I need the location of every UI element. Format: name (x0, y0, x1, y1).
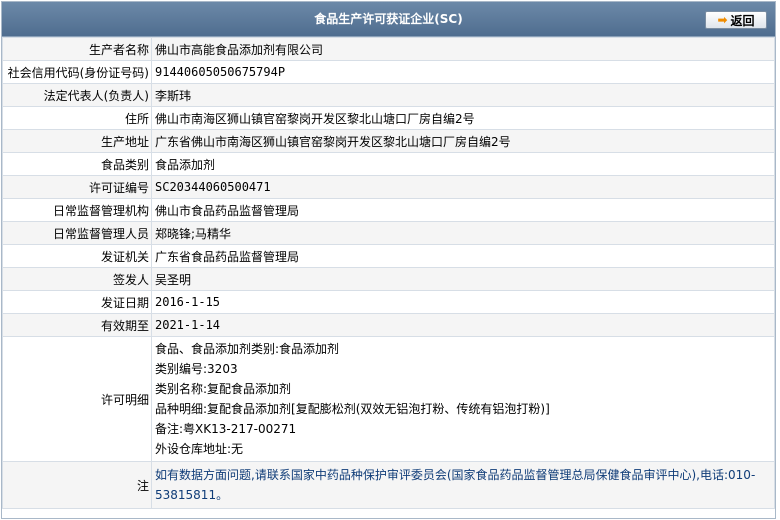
page-title: 食品生产许可获证企业(SC) (314, 12, 463, 26)
table-row: 食品类别 食品添加剂 (2, 152, 775, 176)
license-detail-value: 食品、食品添加剂类别:食品添加剂 类别编号:3203 类别名称:复配食品添加剂 … (151, 336, 775, 462)
table-row: 法定代表人(负责人) 李斯玮 (2, 83, 775, 107)
license-detail-panel: 食品生产许可获证企业(SC) ➡ 返回 生产者名称 佛山市高能食品添加剂有限公司… (1, 1, 776, 519)
expiry-date-label: 有效期至 (2, 313, 152, 337)
table-row: 许可明细 食品、食品添加剂类别:食品添加剂 类别编号:3203 类别名称:复配食… (2, 336, 775, 462)
table-row: 许可证编号 SC20344060500471 (2, 175, 775, 199)
license-no-label: 许可证编号 (2, 175, 152, 199)
license-info-table: 生产者名称 佛山市高能食品添加剂有限公司 社会信用代码(身份证号码) 91440… (2, 37, 775, 509)
detail-line: 类别编号:3203 (155, 362, 238, 376)
issuer-org-label: 发证机关 (2, 244, 152, 268)
supervision-staff-value: 郑晓锋;马精华 (151, 221, 775, 245)
table-row: 住所 佛山市南海区狮山镇官窑黎岗开发区黎北山塘口厂房自编2号 (2, 106, 775, 130)
prod-address-label: 生产地址 (2, 129, 152, 153)
table-row: 有效期至 2021-1-14 (2, 313, 775, 337)
table-row: 发证机关 广东省食品药品监督管理局 (2, 244, 775, 268)
supervision-staff-label: 日常监督管理人员 (2, 221, 152, 245)
back-button-label: 返回 (730, 13, 755, 28)
license-detail-label: 许可明细 (2, 336, 152, 462)
title-bar: 食品生产许可获证企业(SC) ➡ 返回 (2, 2, 775, 37)
supervision-org-label: 日常监督管理机构 (2, 198, 152, 222)
detail-line: 品种明细:复配食品添加剂[复配膨松剂(双效无铝泡打粉、传统有铝泡打粉)] (155, 402, 550, 416)
detail-line: 外设仓库地址:无 (155, 442, 244, 456)
table-row: 生产地址 广东省佛山市南海区狮山镇官窑黎岗开发区黎北山塘口厂房自编2号 (2, 129, 775, 153)
legal-rep-label: 法定代表人(负责人) (2, 83, 152, 107)
issuer-org-value: 广东省食品药品监督管理局 (151, 244, 775, 268)
producer-label: 生产者名称 (2, 37, 152, 61)
table-row: 社会信用代码(身份证号码) 91440605050675794P (2, 60, 775, 84)
prod-address-value: 广东省佛山市南海区狮山镇官窑黎岗开发区黎北山塘口厂房自编2号 (151, 129, 775, 153)
table-row: 发证日期 2016-1-15 (2, 290, 775, 314)
issue-date-value: 2016-1-15 (151, 290, 775, 314)
food-category-value: 食品添加剂 (151, 152, 775, 176)
address-label: 住所 (2, 106, 152, 130)
arrow-right-icon: ➡ (717, 13, 728, 27)
credit-code-label: 社会信用代码(身份证号码) (2, 60, 152, 84)
table-row: 注 如有数据方面问题,请联系国家中药品种保护审评委员会(国家食品药品监督管理总局… (2, 461, 775, 509)
producer-value: 佛山市高能食品添加剂有限公司 (151, 37, 775, 61)
detail-line: 食品、食品添加剂类别:食品添加剂 (155, 342, 340, 356)
food-category-label: 食品类别 (2, 152, 152, 176)
detail-line: 备注:粤XK13-217-00271 (155, 422, 297, 436)
supervision-org-value: 佛山市食品药品监督管理局 (151, 198, 775, 222)
legal-rep-value: 李斯玮 (151, 83, 775, 107)
signer-label: 签发人 (2, 267, 152, 291)
note-value: 如有数据方面问题,请联系国家中药品种保护审评委员会(国家食品药品监督管理总局保健… (151, 461, 775, 509)
back-button[interactable]: ➡ 返回 (705, 11, 767, 29)
table-row: 签发人 吴圣明 (2, 267, 775, 291)
table-row: 生产者名称 佛山市高能食品添加剂有限公司 (2, 37, 775, 61)
license-no-value: SC20344060500471 (151, 175, 775, 199)
table-row: 日常监督管理人员 郑晓锋;马精华 (2, 221, 775, 245)
signer-value: 吴圣明 (151, 267, 775, 291)
address-value: 佛山市南海区狮山镇官窑黎岗开发区黎北山塘口厂房自编2号 (151, 106, 775, 130)
note-label: 注 (2, 461, 152, 509)
credit-code-value: 91440605050675794P (151, 60, 775, 84)
expiry-date-value: 2021-1-14 (151, 313, 775, 337)
issue-date-label: 发证日期 (2, 290, 152, 314)
detail-line: 类别名称:复配食品添加剂 (155, 382, 292, 396)
table-row: 日常监督管理机构 佛山市食品药品监督管理局 (2, 198, 775, 222)
